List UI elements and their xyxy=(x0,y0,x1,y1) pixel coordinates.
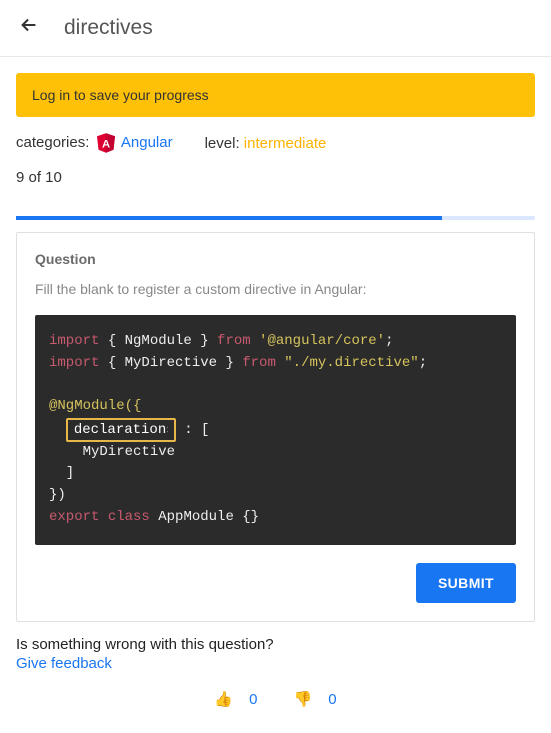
level-value: intermediate xyxy=(244,135,327,152)
code-text: AppModule {} xyxy=(150,509,259,525)
code-text: ; xyxy=(385,333,393,349)
code-keyword: export xyxy=(49,509,99,525)
code-keyword: import xyxy=(49,355,99,371)
code-keyword: from xyxy=(217,333,251,349)
votes-row: 👍0 👎0 xyxy=(16,690,535,708)
code-string: "./my.directive" xyxy=(276,355,419,371)
blank-input[interactable] xyxy=(66,418,176,442)
level-label: level: xyxy=(205,135,240,152)
code-text xyxy=(49,422,66,438)
downvote-count: 0 xyxy=(328,691,336,708)
categories-label: categories: xyxy=(16,134,89,151)
downvote-button[interactable]: 👎0 xyxy=(286,691,345,708)
upvote-count: 0 xyxy=(249,691,257,708)
code-string: '@angular/core' xyxy=(251,333,385,349)
code-keyword: from xyxy=(242,355,276,371)
back-arrow-icon[interactable] xyxy=(18,14,40,42)
feedback-link[interactable]: Give feedback xyxy=(16,655,535,672)
code-text: MyDirective xyxy=(49,444,175,460)
code-text: { NgModule } xyxy=(99,333,217,349)
thumbs-up-icon: 👍 xyxy=(214,691,233,708)
thumbs-down-icon: 👎 xyxy=(294,691,313,708)
code-text: ] xyxy=(49,465,74,481)
page-title: directives xyxy=(64,16,153,40)
submit-button[interactable]: SUBMIT xyxy=(416,563,516,603)
code-block: import { NgModule } from '@angular/core'… xyxy=(35,315,516,545)
svg-text:A: A xyxy=(101,139,109,151)
code-text: @NgModule({ xyxy=(49,398,141,414)
code-text: ; xyxy=(419,355,427,371)
code-text: }) xyxy=(49,487,66,503)
question-card: Question Fill the blank to register a cu… xyxy=(16,232,535,622)
upvote-button[interactable]: 👍0 xyxy=(206,691,265,708)
category-link[interactable]: Angular xyxy=(121,134,173,151)
code-text: : [ xyxy=(176,422,210,438)
code-keyword: class xyxy=(99,509,149,525)
progress-fill xyxy=(16,216,442,220)
progress-text: 9 of 10 xyxy=(16,169,535,196)
meta-row: categories: A Angular level: intermediat… xyxy=(16,133,535,153)
code-text: { MyDirective } xyxy=(99,355,242,371)
progress-bar xyxy=(16,216,535,220)
angular-icon: A xyxy=(97,133,115,153)
question-text: Fill the blank to register a custom dire… xyxy=(35,281,516,297)
feedback-prompt: Is something wrong with this question? xyxy=(16,636,274,653)
code-keyword: import xyxy=(49,333,99,349)
question-label: Question xyxy=(35,251,516,267)
feedback-block: Is something wrong with this question? G… xyxy=(16,636,535,672)
login-banner[interactable]: Log in to save your progress xyxy=(16,73,535,117)
